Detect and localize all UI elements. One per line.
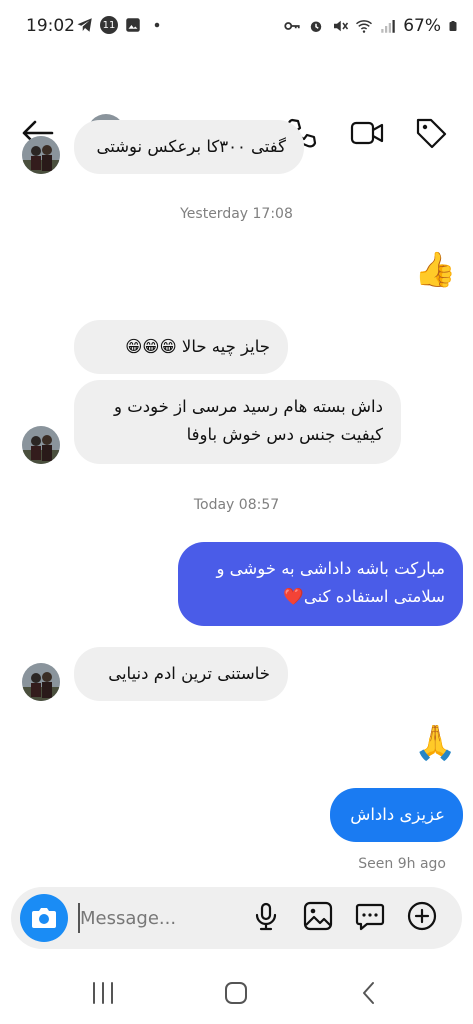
avatar[interactable] (22, 136, 60, 174)
tag-icon[interactable] (414, 116, 448, 150)
chat-header: 3741aliiii (0, 52, 473, 152)
message-outgoing[interactable]: مبارکت باشه داداشی به خوشی و سلامتی استف… (178, 542, 463, 626)
avatar[interactable] (22, 663, 60, 701)
status-left-icons: 11 (76, 16, 166, 34)
key-icon (284, 22, 300, 30)
gallery-icon (126, 18, 140, 32)
message-text-line: مبارکت باشه داداشی به خوشی و (216, 559, 445, 578)
message-text-line: داش بسته هام رسید مرسی از خودت و (114, 397, 383, 416)
home-icon[interactable] (216, 978, 256, 1008)
message-text: عزیزی داداش (350, 805, 445, 824)
telegram-icon (77, 18, 92, 32)
status-bar: 19:02 11 67% (0, 0, 473, 52)
message-text-line: کیفیت جنس دس خوش باوفا (186, 425, 383, 444)
notification-badge-icon: 11 (100, 16, 118, 34)
recents-icon[interactable] (83, 978, 123, 1008)
add-icon[interactable] (407, 901, 437, 931)
message-incoming[interactable]: داش بسته هام رسید مرسی از خودت و کیفیت ج… (74, 380, 401, 464)
message-incoming[interactable]: خاستنی ترین ادم دنیایی (74, 647, 288, 701)
battery-percent: 67% (403, 16, 441, 36)
seen-status: Seen 9h ago (358, 856, 446, 872)
video-icon[interactable] (350, 116, 384, 150)
avatar[interactable] (22, 426, 60, 464)
gallery-icon[interactable] (303, 901, 333, 931)
message-text: گفتی ۳۰۰کا برعکس نوشتی (96, 137, 286, 156)
microphone-icon[interactable] (251, 901, 281, 931)
timestamp: Today 08:57 (193, 497, 280, 513)
thumbs-up-message[interactable]: 👍 (414, 250, 456, 290)
message-incoming[interactable]: گفتی ۳۰۰کا برعکس نوشتی (74, 120, 304, 174)
signal-icon (381, 20, 395, 33)
battery-icon (449, 21, 457, 31)
back-icon[interactable] (349, 978, 389, 1008)
alarm-icon (310, 21, 322, 32)
mute-icon (334, 20, 349, 32)
prayer-hands-message[interactable]: 🙏 (414, 723, 456, 763)
message-input[interactable] (78, 903, 240, 933)
message-incoming[interactable]: جایز چیه حالا 😁😁😁 (74, 320, 288, 374)
status-time: 19:02 (26, 16, 75, 36)
timestamp: Yesterday 17:08 (180, 206, 293, 222)
message-text: خاستنی ترین ادم دنیایی (108, 664, 270, 683)
message-text: جایز چیه حالا 😁😁😁 (125, 337, 270, 356)
sticker-icon[interactable] (355, 901, 385, 931)
message-outgoing[interactable]: عزیزی داداش (330, 788, 463, 842)
wifi-icon (356, 20, 373, 33)
status-right: 67% (283, 16, 459, 36)
camera-icon (32, 908, 56, 928)
message-text-line: سلامتی استفاده کنی❤️ (283, 587, 445, 606)
camera-button[interactable] (20, 894, 68, 942)
dot-icon (154, 22, 160, 28)
